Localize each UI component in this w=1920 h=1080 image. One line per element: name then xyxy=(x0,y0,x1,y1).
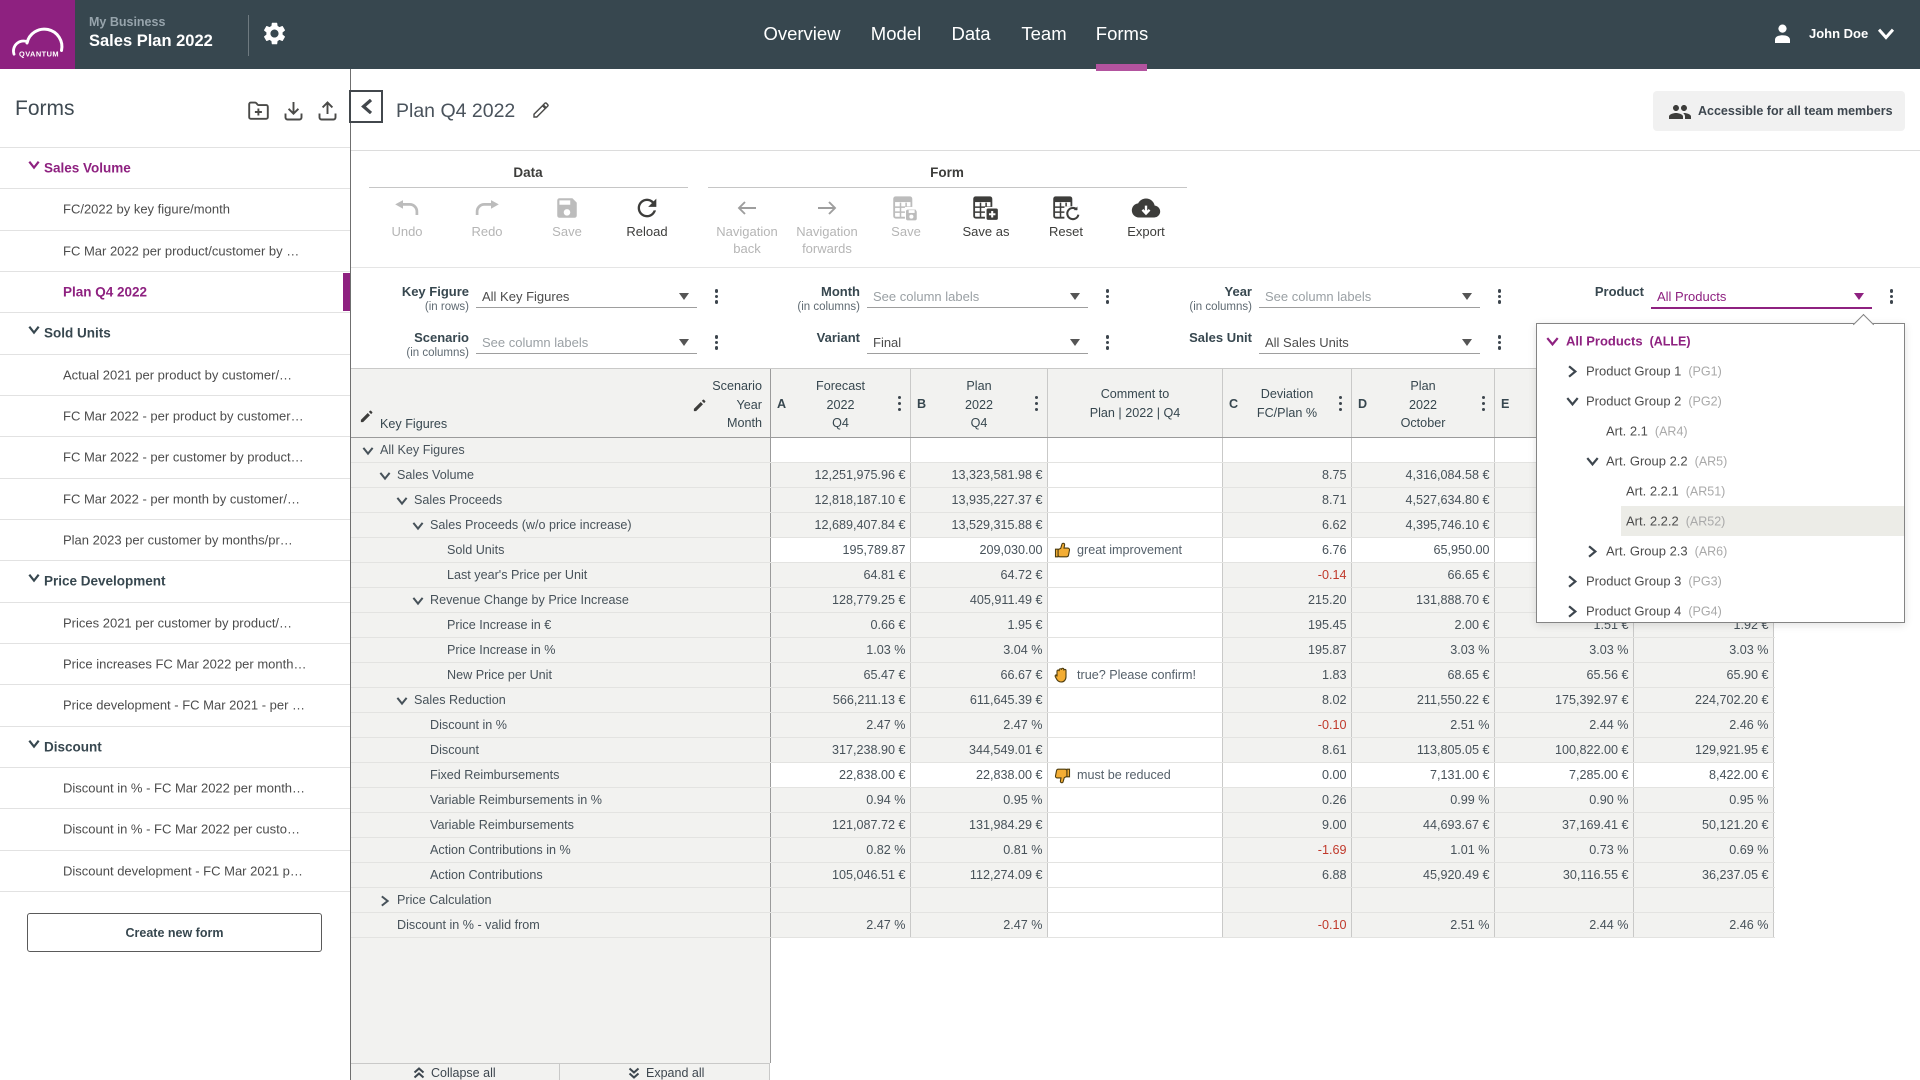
svg-text:QVANTUM: QVANTUM xyxy=(19,50,59,59)
